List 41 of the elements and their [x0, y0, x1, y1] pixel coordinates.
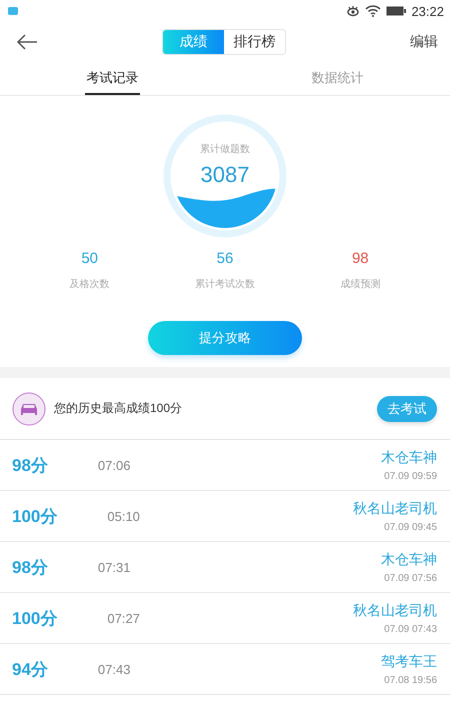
tab[interactable]: 数据统计 — [310, 62, 365, 95]
stat-value: 50 — [81, 250, 98, 267]
record-score: 100分 — [12, 506, 58, 528]
stat-value: 56 — [216, 250, 234, 267]
stat-label: 成绩预测 — [340, 278, 380, 291]
back-icon[interactable] — [16, 34, 38, 50]
record-date: 07.09 07:56 — [384, 572, 437, 584]
wifi-icon — [365, 5, 382, 17]
stat-value: 98 — [352, 250, 369, 267]
record-duration: 07:27 — [107, 610, 140, 626]
record-score: 94分 — [12, 658, 48, 680]
record-title: 木仓车神 — [381, 550, 437, 568]
record-date: 07.09 09:59 — [384, 470, 437, 482]
stat-label: 及格次数 — [70, 278, 110, 291]
status-time: 23:22 — [411, 4, 444, 18]
record-duration: 07:31 — [98, 560, 130, 574]
tab[interactable]: 考试记录 — [85, 62, 140, 95]
record-duration: 05:10 — [107, 508, 140, 524]
gauge-label: 累计做题数 — [200, 142, 250, 156]
record-score: 100分 — [12, 608, 58, 630]
record-duration: 07:43 — [98, 662, 130, 676]
record-title: 木仓车神 — [381, 448, 437, 466]
record-score: 98分 — [12, 454, 48, 476]
edit-button[interactable]: 编辑 — [410, 33, 438, 51]
stat-label: 累计考试次数 — [194, 278, 255, 291]
record-duration: 07:06 — [98, 458, 130, 472]
eye-icon — [346, 5, 360, 17]
record-title: 秋名山老司机 — [353, 500, 437, 518]
start-exam-button[interactable]: 去考试 — [377, 396, 437, 422]
record-title: 驾考车王 — [381, 652, 437, 670]
best-score-text: 您的历史最高成绩100分 — [54, 400, 184, 417]
record-score: 98分 — [12, 556, 48, 578]
record-title: 秋名山老司机 — [353, 602, 437, 620]
segment-tab[interactable]: 成绩 — [163, 30, 224, 54]
record-date: 07.08 19:56 — [384, 674, 437, 686]
gauge-value: 3087 — [200, 162, 250, 188]
battery-icon — [386, 6, 406, 16]
tips-button[interactable]: 提分攻略 — [148, 321, 302, 355]
app-icon — [8, 7, 18, 15]
record-date: 07.09 07:43 — [384, 624, 437, 634]
record-date: 07.09 09:45 — [384, 522, 437, 532]
